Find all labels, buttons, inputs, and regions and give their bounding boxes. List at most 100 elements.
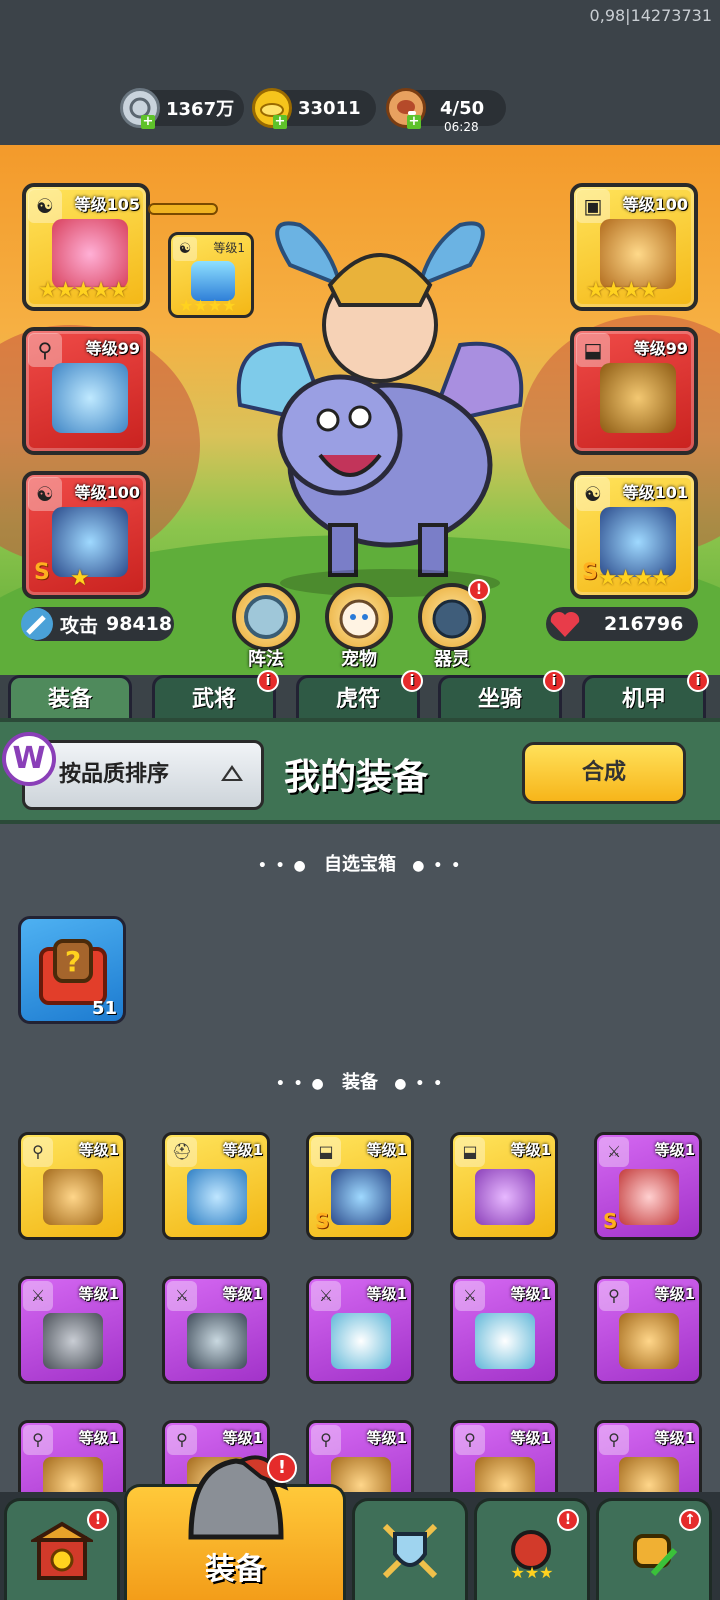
nav-hero-button[interactable]: ★★★ ! bbox=[474, 1498, 590, 1600]
alert-badge-icon: ! bbox=[267, 1453, 297, 1483]
equip-slot-left-mid[interactable]: ⚲ 等级99 bbox=[22, 327, 150, 455]
tab-mecha[interactable]: 机甲 i bbox=[582, 670, 709, 723]
alert-badge-icon: ! bbox=[87, 1509, 109, 1531]
nav-upgrade-button[interactable]: ↑ bbox=[596, 1498, 712, 1600]
medal-icon: ⚲ bbox=[311, 1425, 341, 1455]
yin-yang-icon: ☯ bbox=[173, 237, 197, 261]
equip-section-header: • • ● 装备 ● • • bbox=[0, 1068, 720, 1094]
fist-upgrade-icon bbox=[633, 1533, 678, 1576]
stamina-timer: 06:28 bbox=[444, 120, 479, 134]
boot-icon: ⬓ bbox=[455, 1137, 485, 1167]
slot-level: 等级105 bbox=[74, 195, 140, 214]
item-level: 等级1 bbox=[222, 1141, 263, 1159]
equipment-header-panel: 按品质排序 W 我的装备 合成 bbox=[0, 718, 720, 824]
svg-text:?: ? bbox=[65, 945, 81, 978]
formation-icon bbox=[244, 595, 288, 639]
yin-yang-icon: ☯ bbox=[28, 189, 62, 223]
formation-button[interactable]: 阵法 bbox=[232, 583, 300, 670]
equipment-item[interactable]: ⚔ 等级1 S bbox=[594, 1132, 702, 1240]
item-level: 等级1 bbox=[222, 1285, 263, 1303]
pet-button[interactable]: 宠物 bbox=[325, 583, 393, 670]
item-level: 等级1 bbox=[366, 1141, 407, 1159]
attack-value: 98418 bbox=[106, 613, 173, 635]
debug-text: 0,98|14273731 bbox=[589, 6, 712, 25]
nav-shop-button[interactable]: ! bbox=[4, 1498, 120, 1600]
slot-level: 等级100 bbox=[74, 483, 140, 502]
chest-section-title: 自选宝箱 bbox=[324, 854, 396, 875]
glaive-art-icon bbox=[331, 1313, 391, 1369]
blade-art-icon bbox=[187, 1313, 247, 1369]
chain-link-icon bbox=[148, 203, 218, 215]
equip-slot-left-bottom[interactable]: ☯ 等级100 S ★ bbox=[22, 471, 150, 599]
slot-level: 等级99 bbox=[85, 339, 140, 358]
equip-section-title: 装备 bbox=[342, 1072, 378, 1093]
hero-scene: ☯ 等级105 ★★★★★ ☯ 等级1 ★★★★ ⚲ 等级99 ☯ 等级100 … bbox=[0, 145, 720, 675]
s-grade: S bbox=[582, 560, 598, 585]
dots-icon: ● • • bbox=[394, 1076, 445, 1092]
spirit-label: 器灵 bbox=[434, 649, 470, 670]
nav-battle-button[interactable] bbox=[352, 1498, 468, 1600]
equipment-item[interactable]: ⚲ 等级1 bbox=[18, 1132, 126, 1240]
item-level: 等级1 bbox=[78, 1429, 119, 1447]
tab-generals[interactable]: 武将 i bbox=[152, 670, 279, 723]
dots-icon: ● • • bbox=[412, 858, 463, 874]
equipment-item[interactable]: ⚔ 等级1 bbox=[450, 1276, 558, 1384]
optional-chest-item[interactable]: ? 51 bbox=[18, 916, 126, 1024]
spirit-button[interactable]: ! 器灵 bbox=[418, 579, 490, 670]
slot-level: 等级99 bbox=[633, 339, 688, 358]
add-gold-icon[interactable]: + bbox=[273, 115, 287, 129]
equipment-item[interactable]: ⚲ 等级1 bbox=[594, 1276, 702, 1384]
star-rating-icon: ★★★★ bbox=[586, 278, 659, 303]
stamina-resource[interactable]: + 4/50 06:28 bbox=[386, 88, 506, 134]
equipment-item[interactable]: ⬓ 等级1 S bbox=[306, 1132, 414, 1240]
sort-by-quality-button[interactable]: 按品质排序 bbox=[22, 740, 264, 810]
equip-slot-left-top[interactable]: ☯ 等级105 ★★★★★ bbox=[22, 183, 150, 311]
equipment-item[interactable]: ⚔ 等级1 bbox=[162, 1276, 270, 1384]
glaive-art-icon bbox=[475, 1313, 535, 1369]
silver-resource[interactable]: + 1367万 bbox=[120, 88, 244, 129]
nav-equipment-button[interactable]: ! 装备 bbox=[124, 1453, 346, 1600]
gold-resource[interactable]: + 33011 bbox=[252, 88, 376, 129]
equip-slot-right-mid[interactable]: ⬓ 等级99 bbox=[570, 327, 698, 455]
chest-count: 51 bbox=[91, 998, 117, 1019]
add-silver-icon[interactable]: + bbox=[141, 115, 155, 129]
hp-value: 216796 bbox=[604, 613, 684, 635]
sword-icon bbox=[21, 608, 53, 640]
slot-level: 等级100 bbox=[622, 195, 688, 214]
sword-icon: ⚔ bbox=[455, 1281, 485, 1311]
dots-icon: • • ● bbox=[275, 1076, 326, 1092]
greaves-art-icon bbox=[331, 1169, 391, 1225]
equip-slot-right-bottom[interactable]: ☯ 等级101 S ★★★★ bbox=[570, 471, 698, 599]
tab-tiger-tally[interactable]: 虎符 i bbox=[296, 670, 423, 723]
helmet-art-icon bbox=[187, 1169, 247, 1225]
sword-icon: ⚔ bbox=[599, 1137, 629, 1167]
equipment-item[interactable]: ⬓ 等级1 bbox=[450, 1132, 558, 1240]
equipment-item[interactable]: ⚔ 等级1 bbox=[18, 1276, 126, 1384]
svg-text:★★★: ★★★ bbox=[510, 1563, 553, 1582]
tab-equipment[interactable]: 装备 bbox=[8, 675, 132, 723]
tab-label: 虎符 bbox=[335, 687, 380, 712]
medal-icon: ⚲ bbox=[599, 1281, 629, 1311]
equipment-item[interactable]: ⚔ 等级1 bbox=[306, 1276, 414, 1384]
alert-badge-icon: i bbox=[543, 670, 565, 692]
pet-label: 宠物 bbox=[341, 649, 377, 670]
s-grade: S bbox=[603, 1209, 618, 1233]
triangle-up-icon bbox=[221, 765, 243, 781]
equipment-item[interactable]: ⛑ 等级1 bbox=[162, 1132, 270, 1240]
medal-icon: ⚲ bbox=[599, 1425, 629, 1455]
gold-ingot-icon: + bbox=[252, 88, 292, 129]
item-level: 等级1 bbox=[222, 1429, 263, 1447]
boot-icon: ⬓ bbox=[576, 333, 610, 367]
alert-badge-icon: ! bbox=[468, 579, 490, 601]
add-stamina-icon[interactable]: + bbox=[407, 115, 421, 129]
synthesize-button[interactable]: 合成 bbox=[522, 742, 686, 804]
attack-stat: 攻击 98418 bbox=[21, 607, 174, 641]
chest-section-header: • • ● 自选宝箱 ● • • bbox=[0, 850, 720, 876]
yin-yang-icon: ☯ bbox=[28, 477, 62, 511]
tab-mount[interactable]: 坐骑 i bbox=[438, 670, 565, 723]
equip-slot-right-top[interactable]: ▣ 等级100 ★★★★ bbox=[570, 183, 698, 311]
item-level: 等级1 bbox=[654, 1429, 695, 1447]
tab-bar: 装备 武将 i 虎符 i 坐骑 i 机甲 i bbox=[0, 670, 720, 723]
crossed-swords-shield-icon bbox=[382, 1523, 438, 1578]
amulet-icon bbox=[43, 1169, 103, 1225]
